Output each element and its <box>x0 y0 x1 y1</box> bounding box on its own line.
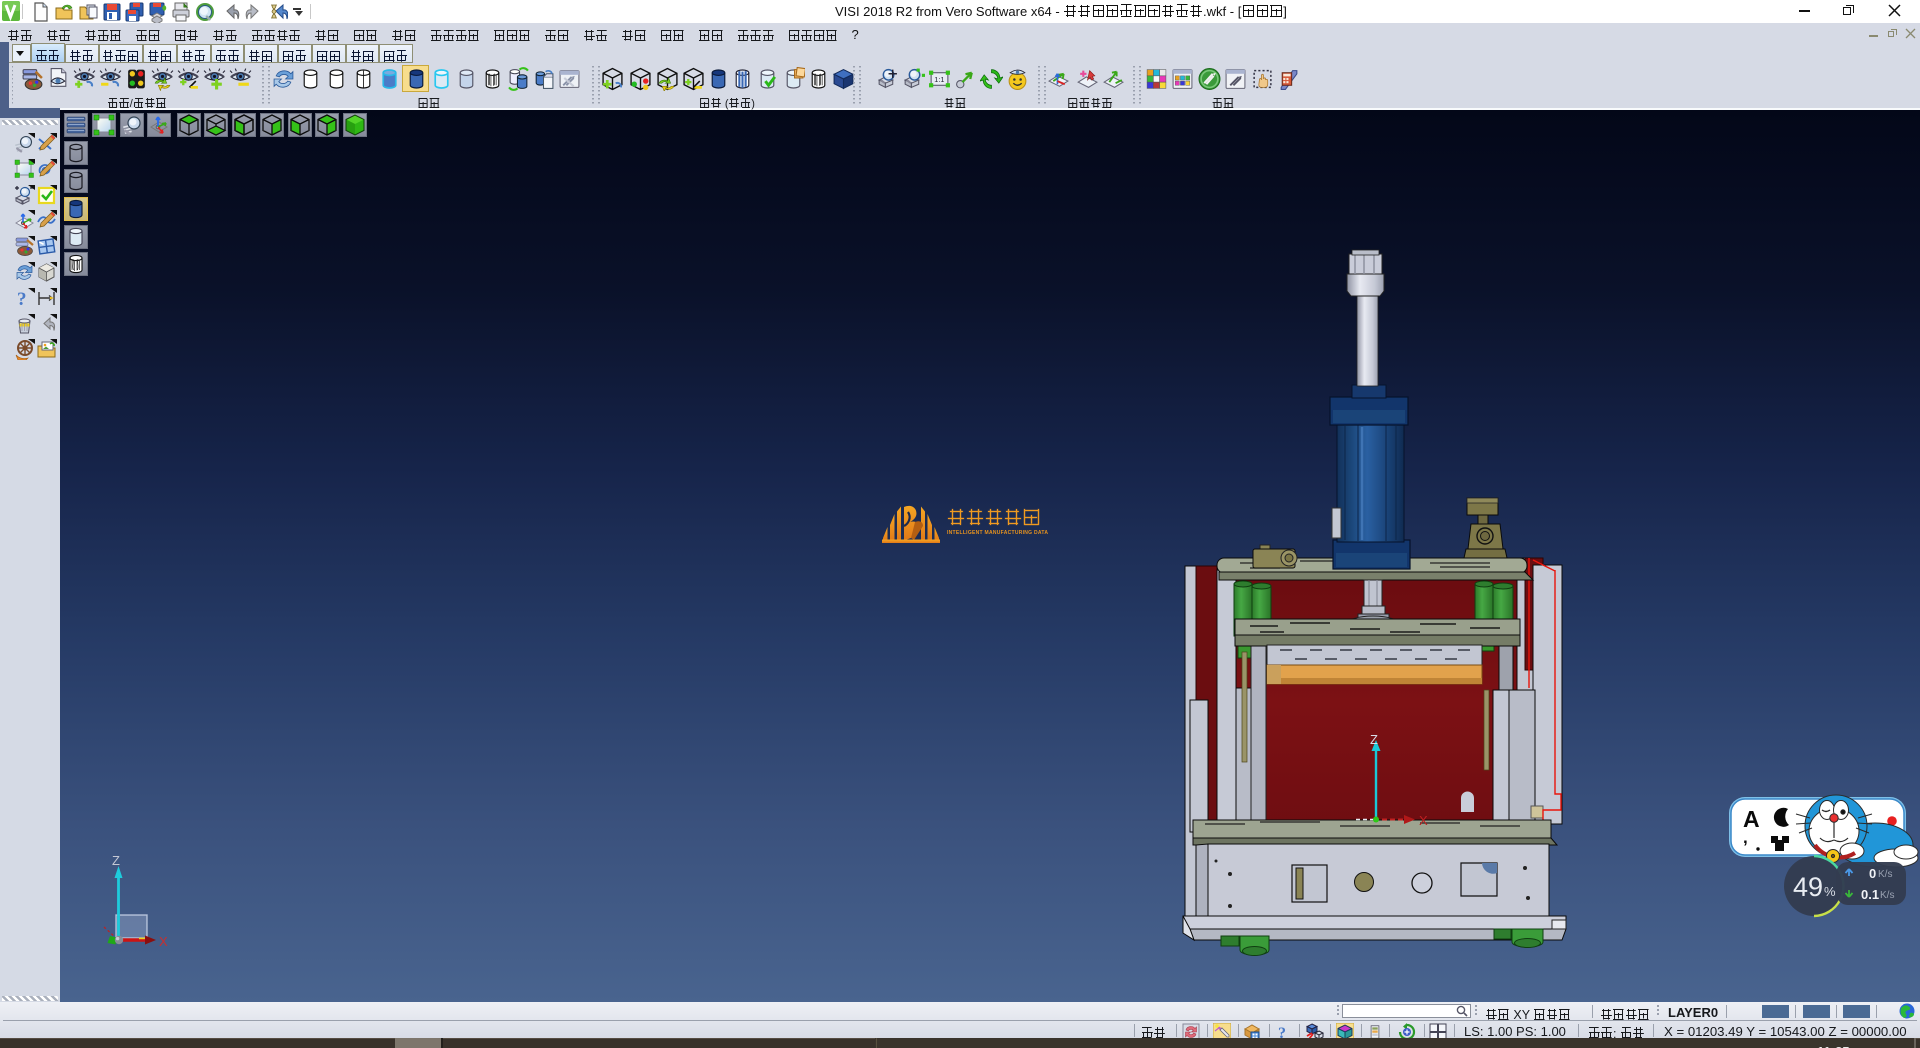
svg-text:1:1: 1:1 <box>934 75 944 84</box>
svg-text:0: 0 <box>1869 866 1876 881</box>
svg-text:0.1: 0.1 <box>1861 887 1879 902</box>
svg-text:?: ? <box>17 289 27 309</box>
svg-text:Z: Z <box>112 853 120 868</box>
svg-text:K/s: K/s <box>1878 869 1892 880</box>
svg-text:K/s: K/s <box>1880 890 1894 901</box>
svg-text:,: , <box>1743 828 1748 847</box>
svg-text:X: X <box>1419 813 1428 828</box>
svg-text:Z: Z <box>1370 732 1378 747</box>
svg-text:X: X <box>159 934 168 949</box>
svg-text:%: % <box>1824 884 1836 899</box>
svg-text:49: 49 <box>1793 872 1823 902</box>
